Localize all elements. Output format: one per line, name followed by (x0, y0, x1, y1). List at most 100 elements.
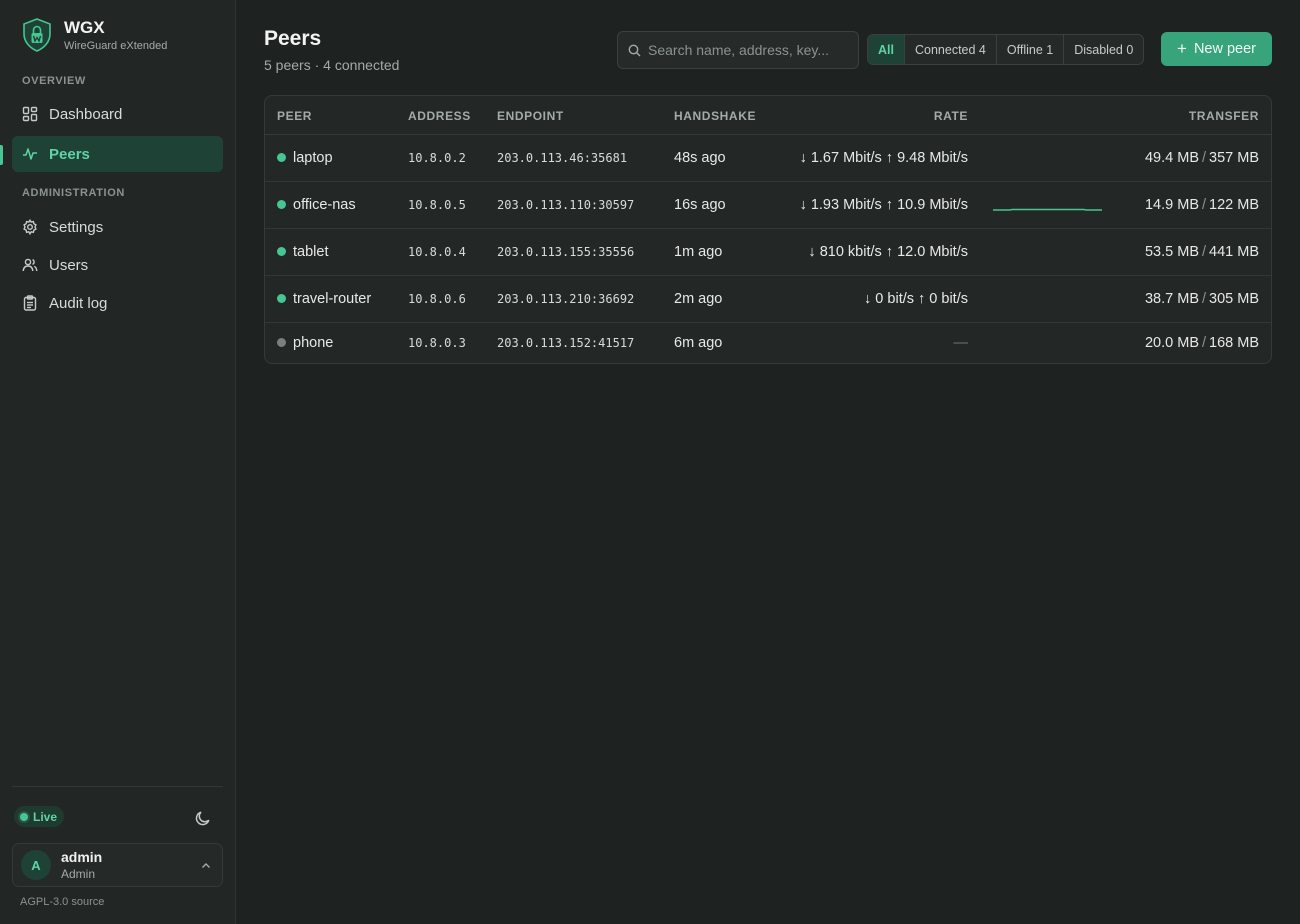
live-status-badge: Live (14, 806, 65, 827)
column-header-endpoint[interactable]: ENDPOINT (497, 109, 564, 123)
peer-name: laptop (293, 149, 333, 166)
users-icon (22, 257, 38, 273)
transfer-separator: / (1201, 290, 1207, 307)
sidebar-item-label: Settings (49, 218, 104, 236)
peer-rate: ↓ 0 bit/s ↑ 0 bit/s (864, 290, 968, 307)
column-header-rate[interactable]: RATE (934, 109, 968, 123)
filter-connected[interactable]: Connected 4 (903, 35, 996, 64)
rate-sparkline (993, 208, 1102, 211)
search-input[interactable] (648, 42, 848, 58)
peer-endpoint: 203.0.113.155:35556 (497, 244, 635, 259)
peer-endpoint: 203.0.113.210:36692 (497, 291, 635, 306)
table-row[interactable]: tablet 10.8.0.4 203.0.113.155:35556 1m ago ↓… (265, 229, 1271, 276)
peer-tx: 168 MB (1209, 334, 1259, 351)
peer-rate: ↓ 810 kbit/s ↑ 12.0 Mbit/s (808, 243, 968, 260)
column-header-peer[interactable]: PEER (277, 109, 312, 123)
new-peer-button[interactable]: + New peer (1161, 32, 1272, 66)
status-dot-icon (277, 200, 286, 209)
source-link[interactable]: AGPL-3.0 source (20, 896, 104, 908)
brand[interactable]: WGX WireGuard eXtended (22, 18, 167, 52)
plus-icon: + (1177, 39, 1187, 58)
sidebar-item-peers[interactable]: Peers (12, 136, 223, 172)
transfer-separator: / (1201, 149, 1207, 166)
activity-icon (22, 146, 38, 162)
filter-disabled[interactable]: Disabled 0 (1063, 35, 1143, 64)
peer-endpoint: 203.0.113.152:41517 (497, 335, 635, 350)
peer-handshake: 2m ago (674, 290, 723, 307)
theme-toggle-button[interactable] (194, 809, 212, 827)
peer-address: 10.8.0.2 (408, 150, 466, 165)
sidebar-item-settings[interactable]: Settings (12, 209, 223, 245)
peer-tx: 122 MB (1209, 196, 1259, 213)
peer-address: 10.8.0.4 (408, 244, 466, 259)
section-label-overview: OVERVIEW (22, 75, 86, 87)
peer-transfer: 49.4 MB/357 MB (1145, 150, 1259, 166)
peer-name: travel-router (293, 290, 372, 307)
shield-logo-icon (23, 18, 51, 52)
sidebar-item-label: Audit log (49, 294, 108, 312)
user-menu-button[interactable]: A admin Admin (12, 843, 223, 887)
dashboard-icon (22, 106, 38, 122)
peer-name-cell: office-nas (277, 197, 356, 213)
chevron-up-icon (202, 863, 210, 868)
peer-endpoint: 203.0.113.110:30597 (497, 197, 635, 212)
peer-handshake: 16s ago (674, 196, 726, 213)
user-name: admin (61, 848, 103, 865)
filter-offline[interactable]: Offline 1 (995, 35, 1063, 64)
peer-name: tablet (293, 243, 329, 260)
user-role: Admin (61, 866, 96, 881)
brand-subtitle: WireGuard eXtended (64, 39, 168, 52)
peers-table: PEER ADDRESS ENDPOINT HANDSHAKE RATE TRA… (264, 95, 1272, 364)
peer-rate: — (953, 334, 969, 351)
status-dot-icon (277, 338, 286, 347)
table-row[interactable]: office-nas 10.8.0.5 203.0.113.110:30597 16s… (265, 182, 1271, 229)
filter-all[interactable]: All (868, 35, 904, 64)
peer-name-cell: laptop (277, 150, 333, 166)
peer-rx: 49.4 MB (1144, 149, 1199, 166)
transfer-separator: / (1201, 243, 1207, 260)
sidebar-item-users[interactable]: Users (12, 247, 223, 283)
peer-name-cell: phone (277, 335, 333, 351)
clipboard-icon (22, 295, 38, 311)
sidebar-item-dashboard[interactable]: Dashboard (12, 96, 223, 132)
peer-rx: 38.7 MB (1144, 290, 1199, 307)
sidebar: WGX WireGuard eXtended OVERVIEW Dashboar… (0, 0, 236, 924)
sidebar-item-audit-log[interactable]: Audit log (12, 285, 223, 321)
status-dot-icon (277, 247, 286, 256)
live-label: Live (33, 809, 58, 824)
active-indicator (0, 145, 3, 165)
sidebar-divider (12, 786, 223, 787)
peer-rx: 53.5 MB (1144, 243, 1199, 260)
section-label-administration: ADMINISTRATION (22, 187, 125, 199)
moon-icon (195, 811, 210, 826)
peer-handshake: 6m ago (674, 334, 723, 351)
peer-transfer: 20.0 MB/168 MB (1145, 335, 1259, 351)
search-icon (628, 44, 641, 56)
avatar: A (21, 850, 51, 880)
peer-name-cell: tablet (277, 244, 328, 260)
transfer-separator: / (1201, 196, 1207, 213)
sidebar-item-label: Users (49, 256, 89, 274)
sidebar-item-label: Dashboard (49, 105, 123, 123)
gear-icon (22, 219, 38, 235)
peer-address: 10.8.0.5 (408, 197, 466, 212)
peer-name-cell: travel-router (277, 291, 371, 307)
transfer-separator: / (1201, 334, 1207, 351)
table-row[interactable]: laptop 10.8.0.2 203.0.113.46:35681 48s ago ↓… (265, 135, 1271, 182)
peer-rate: ↓ 1.67 Mbit/s ↑ 9.48 Mbit/s (799, 149, 968, 166)
live-dot-icon (20, 812, 28, 821)
peer-tx: 305 MB (1209, 290, 1259, 307)
peer-endpoint: 203.0.113.46:35681 (497, 150, 628, 165)
peer-rx: 14.9 MB (1144, 196, 1199, 213)
column-header-handshake[interactable]: HANDSHAKE (674, 109, 756, 123)
peer-rx: 20.0 MB (1144, 334, 1199, 351)
status-dot-icon (277, 294, 286, 303)
table-row[interactable]: travel-router 10.8.0.6 203.0.113.210:36692… (265, 276, 1271, 323)
column-header-transfer[interactable]: TRANSFER (1189, 109, 1259, 123)
table-row[interactable]: phone 10.8.0.3 203.0.113.152:41517 6m ago — 2… (265, 323, 1271, 363)
peer-tx: 357 MB (1209, 149, 1259, 166)
search-box[interactable] (617, 31, 859, 69)
sidebar-item-label: Peers (49, 145, 90, 163)
column-header-address[interactable]: ADDRESS (408, 109, 471, 123)
peer-name: office-nas (293, 196, 356, 213)
